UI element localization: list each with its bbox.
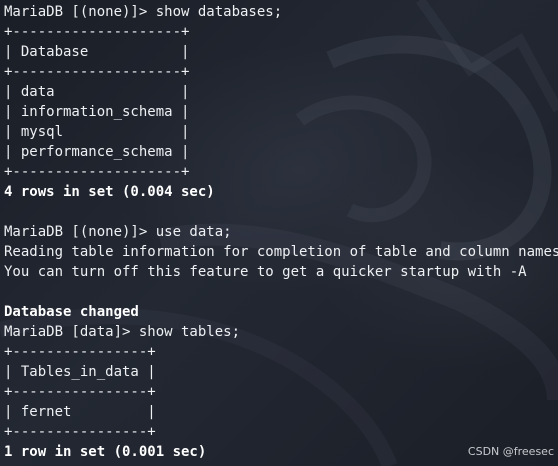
terminal-output: MariaDB [(none)]> show databases; +------… [4, 2, 558, 462]
terminal-line: 4 rows in set (0.004 sec) [4, 184, 215, 200]
watermark: CSDN @freesec [467, 445, 554, 458]
terminal-line: MariaDB [(none)]> use data; [4, 224, 232, 240]
terminal-line: Reading table information for completion… [4, 244, 558, 260]
terminal-line: +----------------+ [4, 384, 156, 400]
terminal-line: +----------------+ [4, 424, 156, 440]
terminal-line: | performance_schema | [4, 144, 190, 160]
terminal-line: | fernet | [4, 404, 156, 420]
terminal-line: | data | [4, 84, 190, 100]
terminal-line: MariaDB [(none)]> show databases; [4, 4, 283, 20]
terminal-line: | Database | [4, 44, 190, 60]
terminal-window[interactable]: MariaDB [(none)]> show databases; +------… [0, 0, 558, 466]
terminal-line: +--------------------+ [4, 24, 190, 40]
terminal-line: +----------------+ [4, 344, 156, 360]
terminal-line: +--------------------+ [4, 64, 190, 80]
terminal-line: | information_schema | [4, 104, 190, 120]
terminal-line: You can turn off this feature to get a q… [4, 264, 527, 280]
terminal-line: +--------------------+ [4, 164, 190, 180]
terminal-line: Database changed [4, 304, 139, 320]
terminal-line: MariaDB [data]> show tables; [4, 324, 241, 340]
terminal-line: | mysql | [4, 124, 190, 140]
terminal-line: | Tables_in_data | [4, 364, 156, 380]
